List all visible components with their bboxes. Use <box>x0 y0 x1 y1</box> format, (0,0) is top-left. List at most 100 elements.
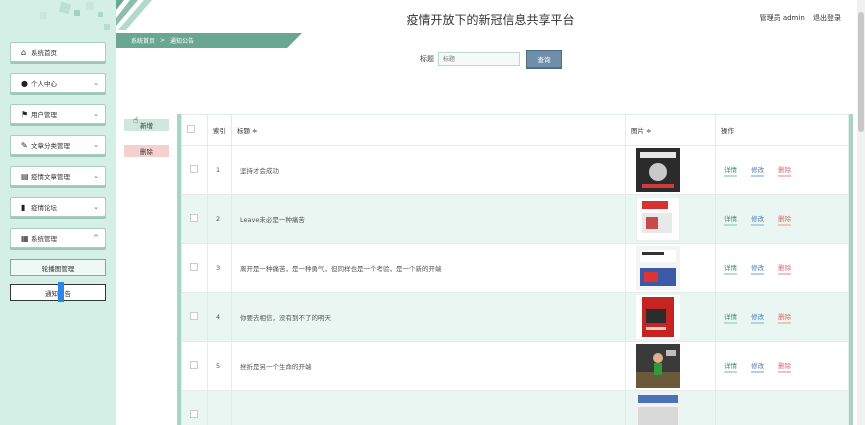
chevron-down-icon: ⌄ <box>93 110 99 118</box>
sidebar-decoration <box>0 0 116 40</box>
chevron-up-icon: ^ <box>93 234 99 242</box>
table-row: 5 挫折是另一个生命的开端 详情 修改 删除 <box>181 341 849 391</box>
checkbox[interactable] <box>190 165 198 173</box>
chevron-down-icon: ⌄ <box>93 203 99 211</box>
sidebar: ⌂ 系统首页 ● 个人中心 ⌄ ⚑ 用户管理 ⌄ ✎ 文章分类管理 ⌄ ▤ 疫情… <box>0 0 116 425</box>
delete-button[interactable]: 删除 <box>124 145 169 157</box>
row-ops: 详情 修改 删除 <box>715 194 849 244</box>
row-index: 5 <box>207 341 232 391</box>
detail-link[interactable]: 详情 <box>724 164 737 177</box>
row-select[interactable] <box>181 145 208 195</box>
row-ops <box>715 390 849 425</box>
row-index <box>207 390 232 425</box>
row-ops: 详情 修改 删除 <box>715 145 849 195</box>
submenu-item-notice[interactable]: 通知公告 <box>10 282 106 302</box>
system-submenu: 轮播图管理 通知公告 <box>10 259 106 302</box>
table-row: 4 你要去相信，没有到不了的明天 详情 修改 删除 <box>181 292 849 342</box>
box-icon: ▤ <box>21 171 29 181</box>
edit-link[interactable]: 修改 <box>751 311 765 324</box>
home-icon: ⌂ <box>21 47 27 57</box>
edit-link[interactable]: 修改 <box>751 164 765 177</box>
edit-link[interactable]: 修改 <box>751 360 765 373</box>
edit-link[interactable]: 修改 <box>751 213 765 226</box>
breadcrumb-current: 通知公告 <box>170 38 195 45</box>
search-bar: 标题 查询 <box>420 50 562 68</box>
row-image <box>625 341 716 391</box>
checkbox[interactable] <box>190 263 198 271</box>
photo-runner-image <box>636 344 680 388</box>
tag-icon: ✎ <box>21 140 28 150</box>
table-row: 3 离开是一种痛苦，是一种勇气，但同样也是一个考验，是一个新的开端 详情 修改 … <box>181 243 849 293</box>
header-image[interactable]: 图片 ≑ <box>625 114 716 146</box>
logout-link[interactable]: 退出登录 <box>813 14 841 22</box>
row-title: Leave未必是一种痛苦 <box>231 194 626 244</box>
header-ops: 操作 <box>715 114 849 146</box>
row-select[interactable] <box>181 292 208 342</box>
delete-link[interactable]: 删除 <box>778 360 792 373</box>
delete-link[interactable]: 删除 <box>778 262 792 275</box>
detail-link[interactable]: 详情 <box>724 311 737 324</box>
sidebar-item-label: 文章分类管理 <box>31 142 70 150</box>
sidebar-item-system[interactable]: ▦ 系统管理 ^ <box>10 228 106 248</box>
search-label: 标题 <box>420 55 434 63</box>
row-index: 1 <box>207 145 232 195</box>
grid-icon: ▦ <box>21 233 29 243</box>
header-select-all[interactable] <box>181 114 208 146</box>
breadcrumb-separator: > <box>160 37 166 44</box>
book-cover-white-image <box>636 197 680 241</box>
delete-link[interactable]: 删除 <box>778 213 792 226</box>
header-title[interactable]: 标题 ≑ <box>231 114 626 146</box>
row-title: 离开是一种痛苦，是一种勇气，但同样也是一个考验，是一个新的开端 <box>231 243 626 293</box>
edit-link[interactable]: 修改 <box>751 262 765 275</box>
search-button[interactable]: 查询 <box>526 50 562 68</box>
sidebar-item-users[interactable]: ⚑ 用户管理 ⌄ <box>10 104 106 124</box>
add-button[interactable]: 新增 <box>124 119 169 131</box>
row-index: 3 <box>207 243 232 293</box>
user-label: 管理员 admin <box>759 14 805 22</box>
data-table: 索引 标题 ≑ 图片 ≑ 操作 1 坚持才会成功 详情 修改 删除 2 Leav… <box>181 114 849 425</box>
table-header-row: 索引 标题 ≑ 图片 ≑ 操作 <box>181 114 849 146</box>
detail-link[interactable]: 详情 <box>724 262 737 275</box>
sidebar-item-forum[interactable]: ▮ 疫情论坛 ⌄ <box>10 197 106 217</box>
checkbox[interactable] <box>187 125 195 133</box>
row-title: 挫折是另一个生命的开端 <box>231 341 626 391</box>
delete-link[interactable]: 删除 <box>778 311 792 324</box>
row-image <box>625 292 716 342</box>
row-title: 坚持才会成功 <box>231 145 626 195</box>
row-select[interactable] <box>181 194 208 244</box>
checkbox[interactable] <box>190 410 198 418</box>
sidebar-item-article-category[interactable]: ✎ 文章分类管理 ⌄ <box>10 135 106 155</box>
detail-link[interactable]: 详情 <box>724 360 737 373</box>
book-cover-red-image <box>636 295 680 339</box>
search-input[interactable] <box>438 52 520 66</box>
submenu-item-carousel[interactable]: 轮播图管理 <box>10 259 106 276</box>
delete-link[interactable]: 删除 <box>778 164 792 177</box>
table-row: 2 Leave未必是一种痛苦 详情 修改 删除 <box>181 194 849 244</box>
chart-icon: ▮ <box>21 202 26 212</box>
row-image <box>625 390 716 425</box>
row-select[interactable] <box>181 390 208 425</box>
checkbox[interactable] <box>190 214 198 222</box>
sidebar-item-home[interactable]: ⌂ 系统首页 <box>10 42 106 62</box>
chevron-down-icon: ⌄ <box>93 141 99 149</box>
scrollbar-thumb[interactable] <box>858 12 864 132</box>
checkbox[interactable] <box>190 312 198 320</box>
row-select[interactable] <box>181 243 208 293</box>
row-select[interactable] <box>181 341 208 391</box>
sidebar-item-label: 系统首页 <box>31 49 57 57</box>
sidebar-item-label: 系统管理 <box>31 235 57 243</box>
text-cursor-indicator <box>58 282 64 302</box>
flag-icon: ⚑ <box>21 109 29 119</box>
detail-link[interactable]: 详情 <box>724 213 737 226</box>
book-cover-magazine-image <box>636 246 680 290</box>
notice-table: 索引 标题 ≑ 图片 ≑ 操作 1 坚持才会成功 详情 修改 删除 2 Leav… <box>177 114 853 425</box>
row-ops: 详情 修改 删除 <box>715 292 849 342</box>
breadcrumb: 系统首页 > 通知公告 <box>116 33 302 48</box>
checkbox[interactable] <box>190 361 198 369</box>
sidebar-item-article[interactable]: ▤ 疫情文章管理 ⌄ <box>10 166 106 186</box>
sidebar-item-personal[interactable]: ● 个人中心 ⌄ <box>10 73 106 93</box>
row-image <box>625 145 716 195</box>
table-row: 1 坚持才会成功 详情 修改 删除 <box>181 145 849 195</box>
scrollbar[interactable] <box>857 0 865 425</box>
breadcrumb-home[interactable]: 系统首页 <box>131 36 155 45</box>
